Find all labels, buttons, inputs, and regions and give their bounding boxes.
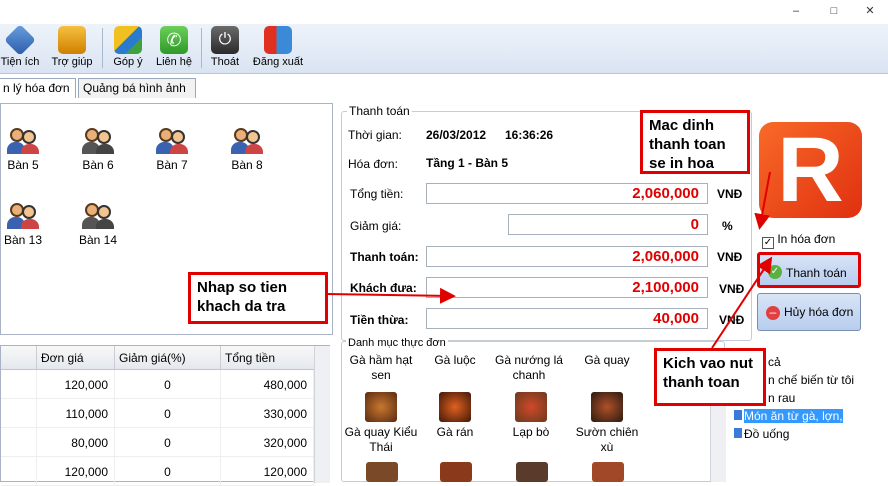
arrow-line xyxy=(754,171,771,230)
arrow-line xyxy=(711,256,773,349)
callout-click-pay: Kich vao nut thanh toan xyxy=(654,348,766,406)
callout-text: Nhap so tien khach da tra xyxy=(197,279,288,315)
callout-text: Mac dinh thanh toan se in hoa xyxy=(649,117,726,172)
callout-enter-amount: Nhap so tien khach da tra xyxy=(188,272,328,324)
callout-default-print: Mac dinh thanh toan se in hoa xyxy=(640,110,750,174)
arrow-line xyxy=(326,287,456,304)
callout-text: Kich vao nut thanh toan xyxy=(663,355,754,391)
annotation-arrows xyxy=(326,171,773,349)
